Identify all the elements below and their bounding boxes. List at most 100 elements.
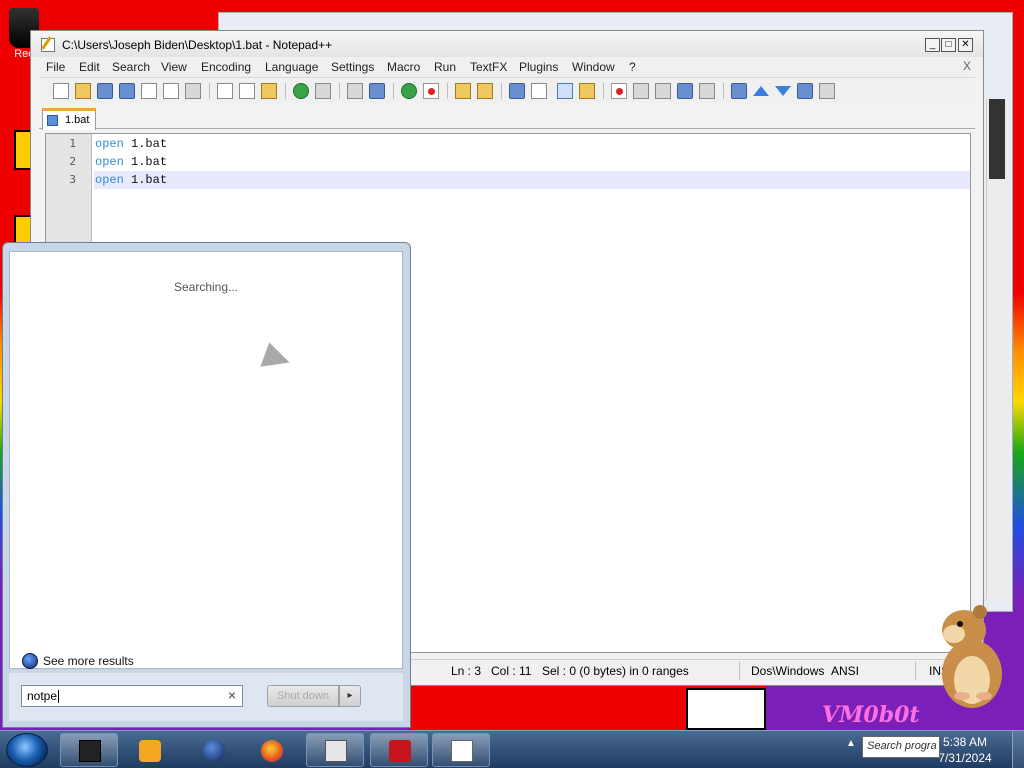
status-selection: Sel : 0 (0 bytes) in 0 ranges	[542, 664, 689, 678]
code-argument: 1.bat	[131, 173, 168, 187]
playback-icon[interactable]	[655, 83, 671, 99]
paste-icon[interactable]	[261, 83, 277, 99]
save-all-icon[interactable]	[119, 83, 135, 99]
close-button[interactable]: ✕	[958, 38, 973, 52]
word-wrap-icon[interactable]	[509, 83, 525, 99]
indent-guide-icon[interactable]	[557, 83, 573, 99]
menu-run[interactable]: Run	[434, 60, 456, 74]
media-player-icon	[139, 740, 161, 762]
shut-down-button[interactable]: Shut down	[267, 685, 339, 707]
search-input-value: notpe	[27, 689, 60, 704]
copy-icon[interactable]	[239, 83, 255, 99]
status-column: Col : 11	[491, 664, 532, 678]
notepad-icon	[451, 740, 473, 762]
save-macro-icon[interactable]	[699, 83, 715, 99]
window-titlebar[interactable]: C:\Users\Joseph Biden\Desktop\1.bat - No…	[31, 31, 983, 57]
menu-view[interactable]: View	[161, 60, 187, 74]
start-search-input[interactable]: notpe ×	[21, 685, 243, 707]
redo-icon[interactable]	[315, 83, 331, 99]
clock-time: 5:38 AM	[942, 735, 988, 749]
close-file-icon[interactable]	[141, 83, 157, 99]
replace-icon[interactable]	[369, 83, 385, 99]
code-line[interactable]: open 1.bat	[94, 135, 970, 153]
undo-icon[interactable]	[293, 83, 309, 99]
minimize-button[interactable]: _	[925, 38, 940, 52]
start-menu[interactable]: Searching... See more results notpe × Sh…	[2, 242, 411, 728]
menu-language[interactable]: Language	[265, 60, 318, 74]
stop-recording-icon[interactable]	[633, 83, 649, 99]
print-icon[interactable]	[185, 83, 201, 99]
sync-horizontal-icon[interactable]	[477, 83, 493, 99]
arrow-up-icon[interactable]	[753, 86, 769, 96]
menu-textfx[interactable]: TextFX	[470, 60, 507, 74]
control-panel-icon	[325, 740, 347, 762]
close-document-button[interactable]: X	[963, 59, 971, 73]
see-more-results-label: See more results	[43, 654, 134, 668]
taskbar-terminal-button[interactable]	[60, 733, 118, 767]
background-window-scrollbar[interactable]	[986, 99, 1006, 599]
record-macro-icon[interactable]	[611, 83, 627, 99]
code-keyword: open	[95, 173, 124, 187]
maximize-button[interactable]: □	[941, 38, 956, 52]
toolbar	[39, 77, 975, 103]
line-number: 1	[69, 137, 76, 150]
clock-date: 7/31/2024	[938, 751, 992, 765]
toolbar-separator	[339, 83, 340, 99]
zoom-out-icon[interactable]	[423, 83, 439, 99]
line-number: 3	[69, 173, 76, 186]
menu-plugins[interactable]: Plugins	[519, 60, 558, 74]
spell-check-icon[interactable]	[819, 83, 835, 99]
start-menu-footer: notpe × Shut down ▸	[9, 673, 403, 721]
toolbar-separator	[723, 83, 724, 99]
tray-chevron-icon[interactable]: ▲	[846, 738, 856, 749]
tab-1-bat[interactable]: 1.bat	[42, 108, 96, 130]
code-line-current[interactable]: open 1.bat	[94, 171, 970, 189]
acrobat-icon	[389, 740, 411, 762]
run-macro-multiple-icon[interactable]	[677, 83, 693, 99]
start-button[interactable]	[6, 733, 48, 767]
notepad-app-icon	[41, 38, 55, 52]
textfx-icon[interactable]	[731, 83, 747, 99]
code-argument: 1.bat	[131, 155, 168, 169]
open-file-icon[interactable]	[75, 83, 91, 99]
show-all-characters-icon[interactable]	[531, 83, 547, 99]
status-separator	[739, 662, 740, 680]
jump-icon[interactable]	[797, 83, 813, 99]
taskbar-notepad-button[interactable]	[432, 733, 490, 767]
toolbar-separator	[209, 83, 210, 99]
user-language-icon[interactable]	[579, 83, 595, 99]
menu-encoding[interactable]: Encoding	[201, 60, 251, 74]
code-keyword: open	[95, 137, 124, 151]
status-eol: Dos\Windows	[751, 664, 825, 678]
menu-edit[interactable]: Edit	[79, 60, 100, 74]
show-desktop-button[interactable]	[1012, 731, 1024, 768]
menu-macro[interactable]: Macro	[387, 60, 420, 74]
zoom-in-icon[interactable]	[401, 83, 417, 99]
taskbar-acrobat-button[interactable]	[370, 733, 428, 767]
taskbar-media-player-button[interactable]	[120, 733, 178, 767]
system-clock[interactable]: 5:38 AM 7/31/2024	[930, 734, 1000, 766]
code-line[interactable]: open 1.bat	[94, 153, 970, 171]
menu-window[interactable]: Window	[572, 60, 615, 74]
cut-icon[interactable]	[217, 83, 233, 99]
toolbar-separator	[501, 83, 502, 99]
menu-help[interactable]: ?	[629, 60, 636, 74]
wallpaper-graphic	[686, 688, 766, 730]
document-tab-bar: 1.bat	[39, 105, 975, 130]
menu-settings[interactable]: Settings	[331, 60, 374, 74]
clear-search-icon[interactable]: ×	[228, 687, 236, 703]
arrow-down-icon[interactable]	[775, 86, 791, 96]
new-file-icon[interactable]	[53, 83, 69, 99]
menu-file[interactable]: File	[46, 60, 65, 74]
tab-label: 1.bat	[65, 114, 90, 126]
shut-down-options-button[interactable]: ▸	[339, 685, 361, 707]
taskbar-control-panel-button[interactable]	[306, 733, 364, 767]
taskbar-firefox-button[interactable]	[242, 733, 300, 767]
taskbar-globe-button[interactable]	[184, 733, 242, 767]
sync-vertical-icon[interactable]	[455, 83, 471, 99]
save-icon[interactable]	[97, 83, 113, 99]
menu-search[interactable]: Search	[112, 60, 150, 74]
find-icon[interactable]	[347, 83, 363, 99]
scrollbar-thumb[interactable]	[989, 99, 1005, 179]
close-all-icon[interactable]	[163, 83, 179, 99]
